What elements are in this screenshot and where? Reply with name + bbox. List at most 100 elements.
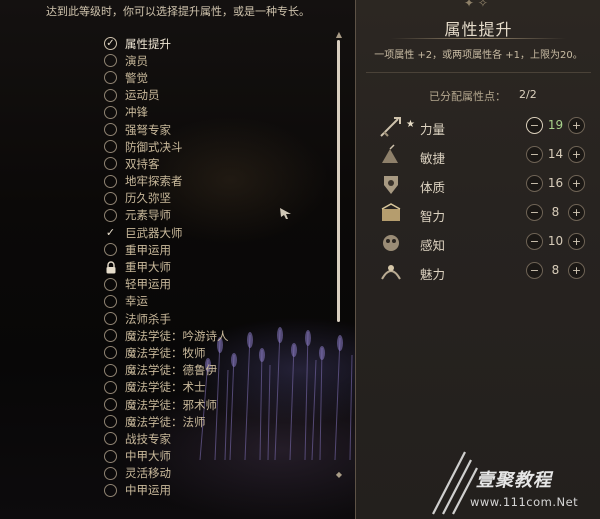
feat-item[interactable]: 强弩专家 [104,121,229,138]
attribute-name: 感知 [420,238,446,253]
decrease-button[interactable]: − [526,175,543,192]
decrease-button[interactable]: − [526,117,543,134]
feat-label: 演员 [125,53,148,68]
radio-icon [104,208,117,222]
watermark-url: www.111com.Net [470,495,579,509]
radio-icon [104,398,117,412]
radio-icon [104,449,117,463]
radio-icon [104,157,117,171]
feat-item[interactable]: 灵活移动 [104,465,229,482]
feat-item[interactable]: 魔法学徒：吟游诗人 [104,327,229,344]
feat-label: 冲锋 [125,105,148,120]
decrease-button[interactable]: − [526,146,543,163]
attribute-row: 智力 −8 + [356,201,600,227]
lock-icon [104,260,117,274]
panel-title: 属性提升 [444,20,513,39]
feat-label: 双持客 [125,156,160,171]
feat-item[interactable]: 重甲大师 [104,258,229,275]
feat-item[interactable]: 演员 [104,52,229,69]
radio-icon [104,191,117,205]
attribute-name: 魅力 [420,267,446,282]
attribute-value: 14 [547,147,564,161]
feat-label: 中甲大师 [125,449,171,464]
increase-button[interactable]: + [568,146,585,163]
panel-description: 一项属性 +2，或两项属性各 +1，上限为20。 [374,50,583,61]
radio-icon [104,105,117,119]
charisma-icon [378,259,404,285]
increase-button[interactable]: + [568,233,585,250]
feat-label: 重甲运用 [125,242,171,257]
attribute-name: 体质 [420,180,446,195]
feat-item[interactable]: 魔法学徒：邪术师 [104,396,229,413]
feat-item[interactable]: 警觉 [104,69,229,86]
attribute-name: 敏捷 [420,151,446,166]
attribute-value: 8 [551,205,560,219]
scroll-up-arrow[interactable]: ▲ [334,30,344,39]
feat-label: 防御式决斗 [125,139,183,154]
ornament-icon: ✦ ✧ [464,0,488,10]
feat-label: 元素导师 [125,208,171,223]
radio-icon [104,483,117,497]
feat-item[interactable]: 魔法学徒：牧师 [104,344,229,361]
feat-item[interactable]: 幸运 [104,293,229,310]
radio-icon [104,123,117,137]
watermark-name: 壹聚教程 [476,470,552,491]
feat-item[interactable]: 中甲大师 [104,448,229,465]
feat-item[interactable]: 运动员 [104,87,229,104]
attribute-value: 8 [551,263,560,277]
title-divider [391,38,566,39]
feat-label: 魔法学徒：法师 [125,414,206,429]
dexterity-icon [378,143,404,169]
radio-icon [104,140,117,154]
feat-item[interactable]: 战技专家 [104,430,229,447]
feat-label: 巨武器大师 [125,225,183,240]
feat-label: 幸运 [125,294,148,309]
feat-list-scrollbar[interactable] [337,40,340,322]
feat-label: 重甲大师 [125,260,171,275]
decrease-button[interactable]: − [526,204,543,221]
feat-label: 属性提升 [125,36,171,51]
feat-label: 警觉 [125,70,148,85]
radio-icon [104,174,117,188]
attribute-value: 10 [547,234,564,248]
feat-label: 灵活移动 [125,466,171,481]
level-up-scene: 达到此等级时，你可以选择提升属性，或是一种专长。 ✓ 属性提升演员警觉运动员冲锋强… [0,0,355,519]
increase-button[interactable]: + [568,262,585,279]
increase-button[interactable]: + [568,117,585,134]
feat-item[interactable]: 元素导师 [104,207,229,224]
feat-item[interactable]: 法师杀手 [104,310,229,327]
feat-item[interactable]: 重甲运用 [104,241,229,258]
feat-item[interactable]: 防御式决斗 [104,138,229,155]
attribute-row: 敏捷 −14 + [356,143,600,169]
cursor-icon [280,208,291,219]
feat-item[interactable]: ✓ 属性提升 [104,35,229,52]
feat-label: 战技专家 [125,431,171,446]
feat-item[interactable]: 魔法学徒：术士 [104,379,229,396]
wisdom-icon [378,230,404,256]
level-up-intro-text: 达到此等级时，你可以选择提升属性，或是一种专长。 [46,5,310,18]
scroll-down-arrow[interactable]: ◆ [334,470,344,479]
feat-item[interactable]: 轻甲运用 [104,276,229,293]
feat-item[interactable]: 冲锋 [104,104,229,121]
increase-button[interactable]: + [568,175,585,192]
feat-label: 魔法学徒：邪术师 [125,397,217,412]
increase-button[interactable]: + [568,204,585,221]
feat-item[interactable]: 地牢探索者 [104,173,229,190]
attribute-value: 16 [547,176,564,190]
radio-icon [104,243,117,257]
radio-icon [104,294,117,308]
feat-item[interactable]: 双持客 [104,155,229,172]
radio-icon [104,415,117,429]
radio-icon [104,329,117,343]
feat-item[interactable]: 魔法学徒：德鲁伊 [104,362,229,379]
decrease-button[interactable]: − [526,233,543,250]
feat-label: 运动员 [125,88,160,103]
feat-label: 强弩专家 [125,122,171,137]
feat-item[interactable]: 中甲运用 [104,482,229,499]
decrease-button[interactable]: − [526,262,543,279]
feat-label: 魔法学徒：术士 [125,380,206,395]
feat-item[interactable]: 历久弥坚 [104,190,229,207]
checked-radio-icon: ✓ [104,37,117,51]
feat-item[interactable]: ✓ 巨武器大师 [104,224,229,241]
feat-item[interactable]: 魔法学徒：法师 [104,413,229,430]
